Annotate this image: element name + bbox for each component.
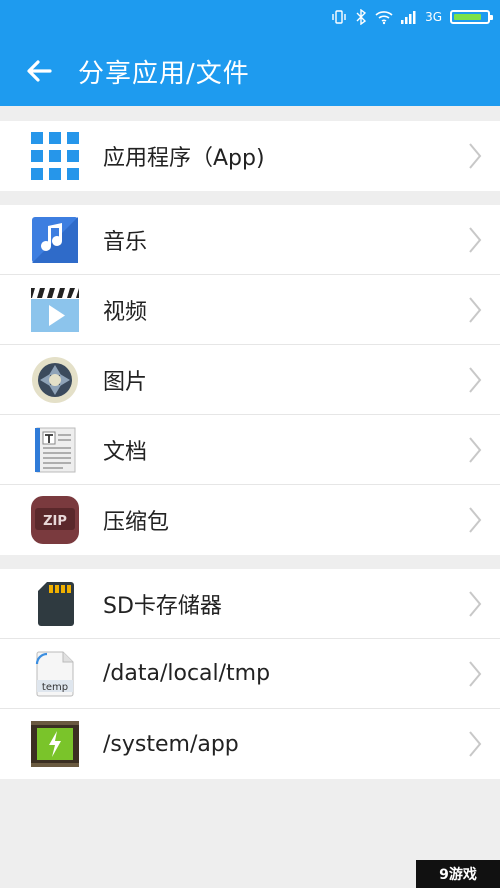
network-type: 3G: [425, 10, 442, 24]
app-header: 3G 分享应用/文件: [0, 0, 500, 106]
watermark-logo: 9游戏: [416, 860, 500, 888]
temp-file-icon: temp: [31, 650, 79, 698]
chevron-right-icon: [460, 365, 490, 395]
battery-icon: [450, 10, 493, 24]
chevron-right-icon: [460, 295, 490, 325]
battery-fill: [454, 14, 482, 20]
document-icon: [31, 426, 79, 474]
status-bar: 3G: [331, 6, 493, 28]
item-label: 应用程序（App): [103, 146, 265, 171]
chevron-right-icon: [460, 589, 490, 619]
arrow-left-icon: [27, 60, 52, 82]
app-group: 应用程序（App): [0, 121, 500, 191]
vibrate-icon: [331, 8, 347, 26]
chevron-right-icon: [460, 225, 490, 255]
title-bar: 分享应用/文件: [0, 42, 500, 100]
list-item-video[interactable]: 视频: [0, 275, 500, 345]
chevron-right-icon: [460, 729, 490, 759]
svg-text:ZIP: ZIP: [43, 514, 67, 529]
bluetooth-icon: [355, 8, 367, 26]
item-label: 音乐: [103, 229, 148, 255]
list-item-system-app[interactable]: /system/app: [0, 709, 500, 779]
page-title: 分享应用/文件: [78, 58, 250, 89]
item-label: SD卡存储器: [103, 593, 222, 619]
app-grid-icon: [31, 132, 79, 180]
storage-group: SD卡存储器 temp /data/local/tmp /system/app: [0, 569, 500, 779]
system-app-icon: [31, 720, 79, 768]
media-group: 音乐 视频 图片 文档 ZIP 压缩包: [0, 205, 500, 555]
item-label: 文档: [103, 439, 148, 465]
back-button[interactable]: [0, 42, 78, 100]
list-item-sd-card[interactable]: SD卡存储器: [0, 569, 500, 639]
item-label: /system/app: [103, 731, 239, 757]
zip-icon: ZIP: [31, 496, 79, 544]
signal-icon: [401, 8, 417, 26]
music-icon: [31, 216, 79, 264]
list-item-data-local-tmp[interactable]: temp /data/local/tmp: [0, 639, 500, 709]
camera-aperture-icon: [31, 356, 79, 404]
item-label: 压缩包: [103, 510, 170, 535]
list-item-music[interactable]: 音乐: [0, 205, 500, 275]
sd-card-icon: [31, 580, 79, 628]
chevron-right-icon: [460, 505, 490, 535]
svg-text:temp: temp: [42, 682, 68, 693]
list-item-archives[interactable]: ZIP 压缩包: [0, 485, 500, 555]
list-item-documents[interactable]: 文档: [0, 415, 500, 485]
chevron-right-icon: [460, 435, 490, 465]
item-label: 图片: [103, 369, 148, 395]
list-item-pictures[interactable]: 图片: [0, 345, 500, 415]
chevron-right-icon: [460, 141, 490, 171]
item-label: 视频: [103, 299, 148, 325]
chevron-right-icon: [460, 659, 490, 689]
list-item-apps[interactable]: 应用程序（App): [0, 121, 500, 191]
video-icon: [31, 286, 79, 334]
item-label: /data/local/tmp: [103, 661, 271, 686]
wifi-icon: [375, 8, 393, 26]
